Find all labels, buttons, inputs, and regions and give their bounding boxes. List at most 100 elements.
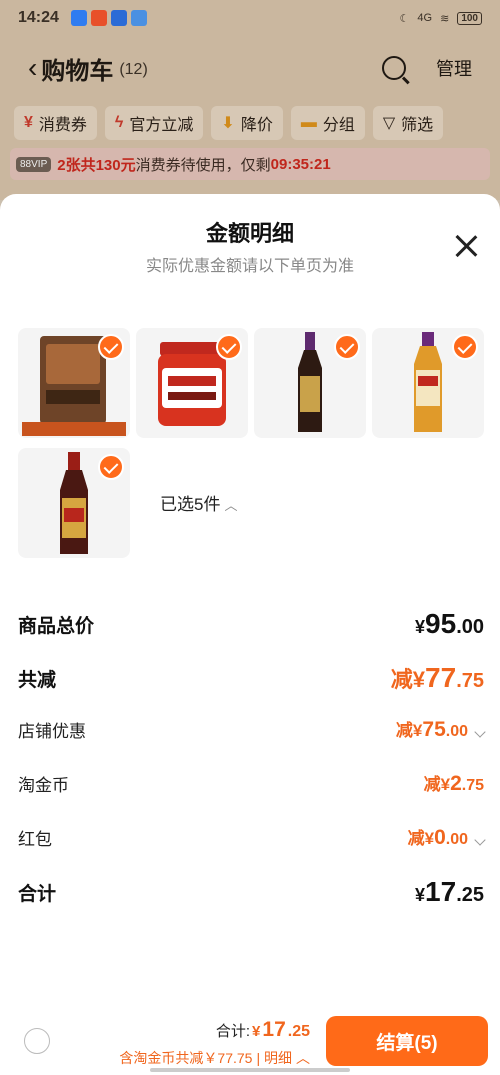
selected-count-toggle[interactable]: 已选5件 ︿ bbox=[160, 490, 237, 515]
app-notification-icon bbox=[110, 10, 127, 26]
page-title: 购物车 bbox=[41, 57, 114, 85]
coupon-text: 消费券待使用，仅剩 bbox=[135, 156, 271, 174]
chevron-up-icon: ︿ bbox=[224, 498, 238, 513]
product-thumb[interactable] bbox=[18, 448, 130, 558]
filter-label: 降价 bbox=[240, 117, 273, 134]
sheet-title: 金额明细 bbox=[205, 221, 294, 246]
discount-summary[interactable]: 含淘金币共减￥77.75 | 明细 ︿ bbox=[119, 1048, 310, 1068]
filter-group[interactable]: ▬ 分组 bbox=[290, 106, 365, 140]
coupon-banner[interactable]: 88VIP 2张共130元 消费券待使用，仅剩 09:35:21 bbox=[10, 148, 490, 180]
goods-total-label: 商品总价 bbox=[18, 615, 95, 637]
filter-coupon[interactable]: ¥ 消费券 bbox=[14, 106, 97, 140]
checkout-button[interactable]: 结算(5) bbox=[326, 1016, 488, 1066]
signal-label: 4G bbox=[417, 12, 433, 24]
amount-dec: .25 bbox=[287, 1023, 310, 1040]
row-taojinbi: 淘金币 减¥ 2 .75 bbox=[18, 770, 484, 796]
coupon-icon: ¥ bbox=[24, 114, 33, 131]
amount-int: 17 bbox=[425, 876, 457, 907]
total-reduction-label: 共减 bbox=[18, 669, 57, 691]
row-redpacket[interactable]: 红包 减¥ 0 .00 bbox=[18, 824, 486, 850]
discount-text: 含淘金币共减￥77.75 bbox=[119, 1050, 253, 1066]
amount-int: 95 bbox=[425, 608, 457, 639]
currency: ¥ bbox=[415, 617, 426, 637]
app-notification-icon bbox=[130, 10, 147, 26]
cart-page-background: 14:24 ☾ 4G ≋ 100 ‹ 购物车 (12) 管理 ¥ 消费券 ϟ 官方立… bbox=[0, 0, 500, 200]
row-shop-discount[interactable]: 店铺优惠 减¥ 75 .00 bbox=[18, 716, 486, 742]
redpacket-amount: 减¥ 0 .00 bbox=[407, 824, 486, 850]
filter-label: 分组 bbox=[322, 117, 355, 134]
amount-int: 0 bbox=[434, 826, 446, 849]
sum-amount: ¥ 17 .25 bbox=[415, 876, 484, 908]
sum-label: 合计 bbox=[18, 883, 57, 905]
selected-check-icon[interactable] bbox=[98, 454, 124, 480]
filter-price-drop[interactable]: ⬇ 降价 bbox=[211, 106, 283, 140]
vip-badge: 88VIP bbox=[16, 156, 52, 172]
chevron-down-icon[interactable] bbox=[474, 726, 486, 738]
filter-bar: ¥ 消费券 ϟ 官方立减 ⬇ 降价 ▬ 分组 ▽ 筛选 bbox=[14, 106, 492, 140]
sheet-subtitle: 实际优惠金额请以下单页为准 bbox=[145, 258, 354, 275]
product-thumb[interactable] bbox=[18, 328, 130, 438]
selected-check-icon[interactable] bbox=[98, 334, 124, 360]
status-right-icons: ☾ 4G ≋ 100 bbox=[399, 11, 482, 25]
selected-check-icon[interactable] bbox=[334, 334, 360, 360]
taojinbi-amount: 减¥ 2 .75 bbox=[424, 770, 484, 796]
select-all-radio[interactable] bbox=[24, 1028, 50, 1054]
filter-label: 官方立减 bbox=[129, 117, 194, 134]
battery-icon: 100 bbox=[457, 11, 482, 25]
search-icon[interactable] bbox=[382, 56, 406, 80]
redpacket-label: 红包 bbox=[18, 829, 52, 849]
amount-dec: .75 bbox=[456, 670, 484, 692]
coupon-highlight: 2张共130元 bbox=[57, 156, 136, 174]
total-label: 合计: bbox=[215, 1023, 251, 1040]
row-goods-total: 商品总价 ¥ 95 .00 bbox=[18, 608, 484, 640]
amount-int: 77 bbox=[425, 662, 457, 693]
shop-discount-label: 店铺优惠 bbox=[18, 721, 86, 741]
checkout-bar: 合计: ¥ 17 .25 含淘金币共减￥77.75 | 明细 ︿ 结算(5) bbox=[0, 1010, 500, 1075]
total-reduction-amount: 减¥ 77 .75 bbox=[391, 662, 484, 694]
detail-link[interactable]: | 明细 bbox=[256, 1048, 292, 1068]
down-arrow-icon: ⬇ bbox=[221, 115, 235, 132]
moon-icon: ☾ bbox=[399, 12, 410, 25]
filter-label: 筛选 bbox=[401, 117, 434, 134]
goods-total-amount: ¥ 95 .00 bbox=[415, 608, 484, 640]
reduce-prefix: 减¥ bbox=[395, 721, 423, 740]
filter-icon: ▽ bbox=[382, 115, 396, 132]
selected-count: 已选5件 bbox=[160, 495, 221, 514]
status-time: 14:24 bbox=[18, 9, 59, 26]
lightning-icon: ϟ bbox=[114, 114, 124, 131]
product-thumb[interactable] bbox=[254, 328, 366, 438]
row-sum: 合计 ¥ 17 .25 bbox=[18, 876, 484, 908]
app-notification-icon bbox=[70, 10, 87, 26]
row-total-reduction: 共减 减¥ 77 .75 bbox=[18, 662, 484, 694]
taojinbi-label: 淘金币 bbox=[18, 775, 69, 795]
filter-screen[interactable]: ▽ 筛选 bbox=[372, 106, 444, 140]
coupon-countdown: 09:35:21 bbox=[270, 155, 331, 173]
close-icon[interactable] bbox=[454, 234, 478, 258]
product-thumb[interactable] bbox=[372, 328, 484, 438]
amount-dec: .00 bbox=[445, 723, 468, 740]
manage-button[interactable]: 管理 bbox=[436, 55, 472, 81]
reduce-prefix: 减¥ bbox=[407, 829, 435, 848]
chevron-down-icon[interactable] bbox=[474, 834, 486, 846]
checkout-total: 合计: ¥ 17 .25 bbox=[216, 1018, 310, 1042]
filter-label: 消费券 bbox=[38, 117, 87, 134]
product-thumb[interactable] bbox=[136, 328, 248, 438]
reduce-prefix: 减¥ bbox=[390, 667, 426, 692]
amount-detail-sheet: 金额明细 实际优惠金额请以下单页为准 已选5件 ︿ 商品总价 ¥ 95 .00 … bbox=[0, 194, 500, 1075]
currency: ¥ bbox=[415, 885, 426, 905]
amount-int: 2 bbox=[450, 772, 462, 795]
app-notification-icon bbox=[90, 10, 107, 26]
back-arrow-icon[interactable]: ‹ bbox=[28, 52, 37, 84]
amount-int: 75 bbox=[422, 718, 446, 741]
currency: ¥ bbox=[252, 1023, 261, 1040]
filter-official-discount[interactable]: ϟ 官方立减 bbox=[104, 106, 204, 140]
amount-int: 17 bbox=[262, 1018, 286, 1041]
home-indicator bbox=[150, 1068, 350, 1072]
amount-dec: .25 bbox=[456, 884, 484, 906]
shop-discount-amount: 减¥ 75 .00 bbox=[395, 716, 486, 742]
cart-count: (12) bbox=[119, 61, 148, 78]
status-bar: 14:24 ☾ 4G ≋ 100 bbox=[0, 0, 500, 36]
selected-check-icon[interactable] bbox=[452, 334, 478, 360]
reduce-prefix: 减¥ bbox=[423, 775, 451, 794]
selected-check-icon[interactable] bbox=[216, 334, 242, 360]
